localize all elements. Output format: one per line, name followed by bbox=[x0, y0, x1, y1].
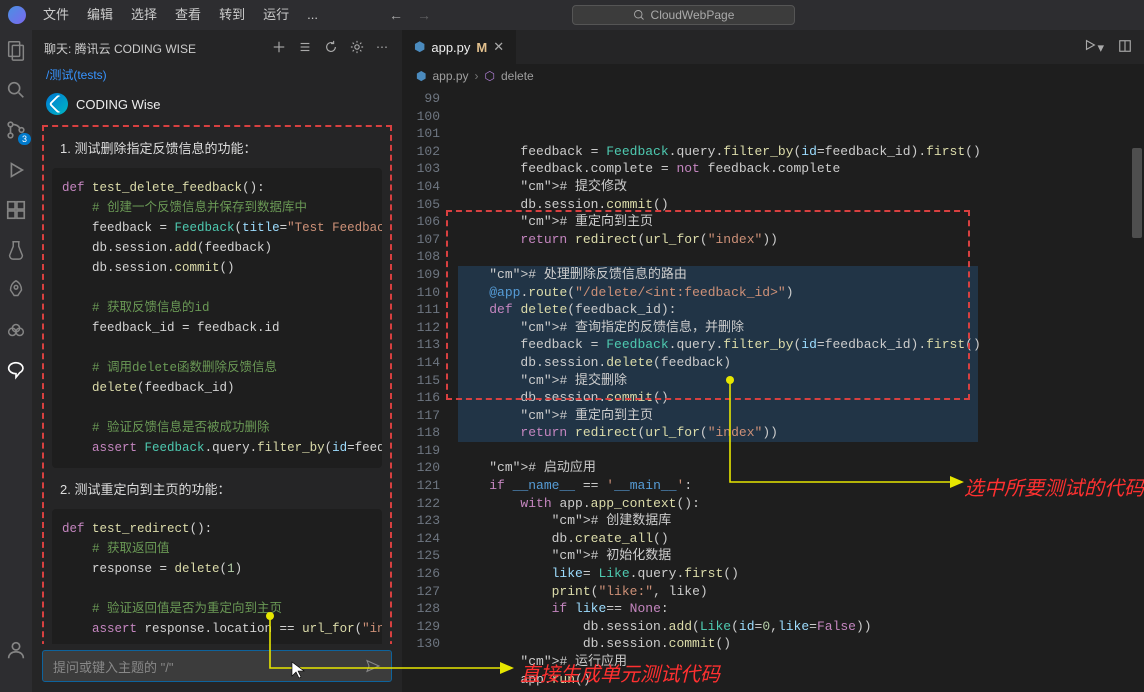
gear-icon[interactable] bbox=[350, 40, 364, 57]
extensions-icon[interactable] bbox=[4, 198, 28, 222]
code-lines[interactable]: feedback = Feedback.query.filter_by(id=f… bbox=[450, 88, 1144, 692]
prev-link[interactable]: /测试(tests) bbox=[32, 66, 402, 89]
section2-title: 2. 测试重定向到主页的功能： bbox=[52, 476, 382, 509]
brand-name: CODING Wise bbox=[76, 97, 161, 112]
cloud-icon[interactable] bbox=[4, 318, 28, 342]
chat-header: 聊天: 腾讯云 CODING WISE ⋯ bbox=[32, 30, 402, 66]
menu-edit[interactable]: 编辑 bbox=[80, 0, 120, 30]
split-icon[interactable] bbox=[1118, 39, 1132, 56]
chat-icon[interactable] bbox=[4, 358, 28, 382]
chat-title: 聊天: 腾讯云 CODING WISE bbox=[44, 40, 272, 57]
explorer-icon[interactable] bbox=[4, 38, 28, 62]
tab-modified: M bbox=[476, 40, 487, 55]
test-icon[interactable] bbox=[4, 238, 28, 262]
account-icon[interactable] bbox=[4, 638, 28, 662]
python-icon: ⬢ bbox=[414, 39, 425, 55]
rocket-icon[interactable] bbox=[4, 278, 28, 302]
chat-input-placeholder: 提问或键入主题的 "/" bbox=[53, 657, 365, 676]
code-area[interactable]: 9910010110210310410510610710810911011111… bbox=[402, 88, 1144, 692]
gutter: 9910010110210310410510610710810911011111… bbox=[402, 88, 450, 692]
menubar: 文件 编辑 选择 查看 转到 运行 ... ← → CloudWebPage bbox=[0, 0, 1144, 30]
search-text: CloudWebPage bbox=[651, 8, 735, 22]
more-icon[interactable]: ⋯ bbox=[376, 40, 390, 57]
tab-app-py[interactable]: ⬢ app.py M ✕ bbox=[402, 30, 517, 64]
assistant-brand: CODING Wise bbox=[46, 93, 388, 115]
scm-badge: 3 bbox=[18, 133, 31, 145]
nav-arrows: ← → bbox=[389, 7, 431, 23]
menu-more[interactable]: ... bbox=[300, 0, 325, 30]
debug-icon[interactable] bbox=[4, 158, 28, 182]
snippet2: def test_redirect(): # 获取返回值 response = … bbox=[52, 509, 382, 644]
list-icon[interactable] bbox=[298, 40, 312, 57]
run-icon[interactable]: ▾ bbox=[1083, 38, 1104, 56]
menu-selection[interactable]: 选择 bbox=[124, 0, 164, 30]
breadcrumb-file: app.py bbox=[432, 69, 468, 83]
send-icon[interactable] bbox=[365, 658, 381, 674]
python-icon: ⬢ bbox=[416, 69, 426, 83]
chat-input[interactable]: 提问或键入主题的 "/" bbox=[42, 650, 392, 682]
menu-file[interactable]: 文件 bbox=[36, 0, 76, 30]
tabbar: ⬢ app.py M ✕ ▾ bbox=[402, 30, 1144, 64]
activitybar: 3 bbox=[0, 30, 32, 692]
menu-run[interactable]: 运行 bbox=[256, 0, 296, 30]
snippet1: def test_delete_feedback(): # 创建一个反馈信息并保… bbox=[52, 168, 382, 468]
generated-tests-box: 1. 测试删除指定反馈信息的功能： def test_delete_feedba… bbox=[42, 125, 392, 644]
scm-icon[interactable]: 3 bbox=[4, 118, 28, 142]
editor: ⬢ app.py M ✕ ▾ ⬢ app.py › ⬡ delete 99100… bbox=[402, 30, 1144, 692]
chat-panel: 聊天: 腾讯云 CODING WISE ⋯ /测试(tests) CODING … bbox=[32, 30, 402, 692]
new-chat-icon[interactable] bbox=[272, 40, 286, 57]
tab-filename: app.py bbox=[431, 40, 470, 55]
brand-icon bbox=[46, 93, 68, 115]
breadcrumb-symbol: delete bbox=[501, 69, 534, 83]
symbol-icon: ⬡ bbox=[485, 69, 495, 83]
scrollbar-thumb[interactable] bbox=[1132, 148, 1142, 238]
section1-title: 1. 测试删除指定反馈信息的功能： bbox=[52, 135, 382, 168]
command-center[interactable]: CloudWebPage bbox=[572, 5, 796, 25]
scrollbar[interactable] bbox=[1132, 148, 1142, 682]
tab-close-icon[interactable]: ✕ bbox=[493, 39, 504, 55]
app-logo bbox=[8, 6, 26, 24]
search-icon[interactable] bbox=[4, 78, 28, 102]
nav-fwd-icon[interactable]: → bbox=[417, 7, 431, 23]
refresh-icon[interactable] bbox=[324, 40, 338, 57]
nav-back-icon[interactable]: ← bbox=[389, 7, 403, 23]
menu-view[interactable]: 查看 bbox=[168, 0, 208, 30]
search-icon bbox=[633, 9, 645, 21]
breadcrumb[interactable]: ⬢ app.py › ⬡ delete bbox=[402, 64, 1144, 88]
chevron-right-icon: › bbox=[475, 69, 479, 83]
menu-goto[interactable]: 转到 bbox=[212, 0, 252, 30]
